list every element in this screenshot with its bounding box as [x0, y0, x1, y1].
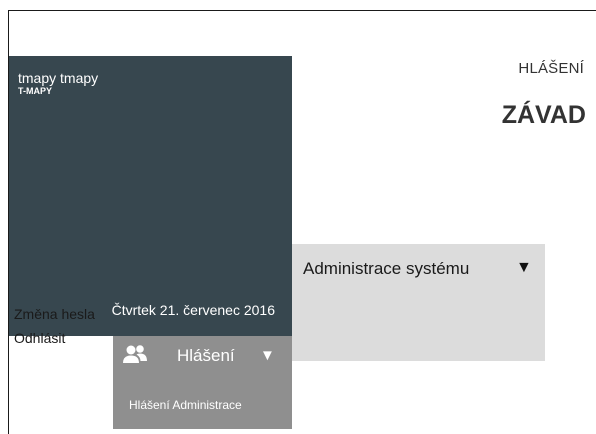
- users-icon: [122, 343, 148, 367]
- page: tmapy tmapy T-MAPY Čtvrtek 21. červenec …: [0, 0, 596, 434]
- user-tile: [9, 56, 292, 336]
- report-admin-link[interactable]: Hlášení Administrace: [129, 398, 242, 412]
- top-divider: [8, 10, 596, 11]
- logout-link[interactable]: Odhlásit: [14, 330, 65, 346]
- caret-down-icon: ▼: [516, 259, 532, 276]
- caret-down-icon: ▼: [260, 347, 275, 364]
- admin-menu-label: Administrace systému: [303, 259, 470, 278]
- user-name: tmapy tmapy: [18, 70, 99, 86]
- user-organization: T-MAPY: [18, 86, 53, 96]
- admin-menu-toggle[interactable]: Administrace systému ▼: [292, 244, 545, 292]
- app-header-title: ZÁVAD: [501, 101, 586, 129]
- admin-menu: Administrace systému ▼: [292, 244, 545, 361]
- report-menu: Hlášení ▼ Hlášení Administrace: [113, 336, 292, 429]
- app-header-label: HLÁŠENÍ: [518, 60, 584, 77]
- report-menu-label: Hlášení: [177, 346, 235, 365]
- change-password-link[interactable]: Změna hesla: [14, 306, 95, 322]
- report-menu-toggle[interactable]: Hlášení ▼: [113, 336, 292, 380]
